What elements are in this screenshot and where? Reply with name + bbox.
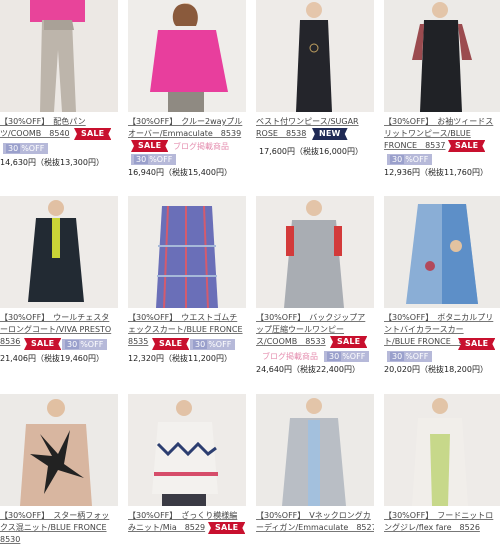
product-image[interactable]	[0, 0, 118, 112]
product-title[interactable]: 8535	[128, 337, 148, 346]
product-image[interactable]	[128, 196, 246, 308]
sale-badge: SALE	[131, 140, 169, 152]
discount-badge: 30 %OFF	[131, 154, 177, 165]
product-title[interactable]: ROSE 8538	[256, 129, 306, 138]
discount-badge: 30 %OFF	[3, 143, 49, 154]
product-image[interactable]	[384, 394, 500, 506]
sale-badge: SALE	[330, 336, 368, 348]
sale-badge: SALE	[74, 128, 112, 140]
product-title[interactable]: 【30%OFF】 ボタニカルプリ	[384, 313, 493, 322]
product-image[interactable]	[128, 0, 246, 112]
product-title[interactable]: ス/COOMB 8533	[256, 337, 326, 346]
product-title[interactable]: 【30%OFF】 バックジップア	[256, 313, 365, 322]
product-title[interactable]: 【30%OFF】 スター柄フォッ	[0, 511, 109, 520]
product-title[interactable]: 【30%OFF】 配色パン	[0, 117, 86, 126]
product-price: 21,406円（税抜19,460円）	[0, 354, 104, 363]
product-title[interactable]: ップ圧縮ウールワンピー	[256, 325, 344, 334]
product-title[interactable]: 【30%OFF】 クルー2wayプル	[128, 117, 242, 126]
sale-badge: SALE	[448, 140, 486, 152]
sale-badge: SALE	[208, 522, 246, 534]
product-image[interactable]	[256, 0, 374, 112]
sale-badge: SALE	[24, 338, 62, 350]
product-title[interactable]: 8536	[0, 337, 20, 346]
sale-badge: SALE	[458, 338, 496, 350]
product-image[interactable]	[384, 0, 500, 112]
product-title[interactable]: クス混ニット/BLUE FRONCE	[0, 523, 107, 532]
product-title[interactable]: 【30%OFF】 Vネックロングカ	[256, 511, 371, 520]
product-price: 20,020円（税抜18,200円）	[384, 365, 488, 374]
product-price: 17,600円（税抜16,000円）	[259, 147, 363, 156]
product-title[interactable]: 【30%OFF】 フードニットロ	[384, 511, 493, 520]
product-title[interactable]: ングジレ/flex fare 8526	[384, 523, 480, 532]
product-price: 24,640円（税抜22,400円）	[256, 365, 360, 374]
discount-badge: 30 %OFF	[190, 339, 236, 350]
product-title[interactable]: ベスト付ワンピース/SUGAR	[256, 117, 359, 126]
product-price: 16,940円（税抜15,400円）	[128, 168, 232, 177]
product-image[interactable]	[0, 196, 118, 308]
product-grid: 【30%OFF】 配色パン ツ/COOMB 8540 SALE 30 %OFF 1…	[0, 0, 500, 546]
product-title[interactable]: 【30%OFF】 ウエストゴムチ	[128, 313, 237, 322]
product-image[interactable]	[256, 394, 374, 506]
product-title[interactable]: オーバー/Emmaculate 8539	[128, 129, 241, 138]
product-title[interactable]: 【30%OFF】 ウールチェスタ	[0, 313, 109, 322]
product-title[interactable]: 8530	[0, 535, 20, 544]
product-price: 14,630円（税抜13,300円）	[0, 158, 104, 167]
discount-badge: 30 %OFF	[387, 154, 433, 165]
blog-label: ブログ掲載商品	[173, 142, 229, 151]
product-title[interactable]: ントバイカラースカー	[384, 325, 464, 334]
product-price: 12,936円（税抜11,760円）	[384, 168, 488, 177]
product-image[interactable]	[0, 394, 118, 506]
product-image[interactable]	[256, 196, 374, 308]
product-price: 12,320円（税抜11,200円）	[128, 354, 232, 363]
product-image[interactable]	[128, 394, 246, 506]
product-title[interactable]: ーロングコート/VIVA PRESTO	[0, 325, 111, 334]
product-image[interactable]	[384, 196, 500, 308]
new-badge: NEW	[312, 128, 348, 140]
product-title[interactable]: ェックスカート/BLUE FRONCE	[128, 325, 243, 334]
product-title[interactable]: 【30%OFF】 ざっくり模様編	[128, 511, 237, 520]
blog-label: ブログ掲載商品	[262, 352, 318, 361]
sale-badge: SALE	[152, 338, 190, 350]
product-title[interactable]: 【30%OFF】 お袖ツィードス	[384, 117, 493, 126]
product-title[interactable]: FRONCE 8537	[384, 141, 445, 150]
product-title[interactable]: リットワンピース/BLUE	[384, 129, 471, 138]
product-title[interactable]: みニット/Mia 8529	[128, 523, 205, 532]
discount-badge: 30 %OFF	[387, 351, 433, 362]
discount-badge: 30 %OFF	[62, 339, 108, 350]
discount-badge: 30 %OFF	[324, 351, 370, 362]
product-title[interactable]: ーディガン/Emmaculate 8527	[256, 523, 374, 532]
product-title[interactable]: ツ/COOMB 8540	[0, 129, 70, 138]
